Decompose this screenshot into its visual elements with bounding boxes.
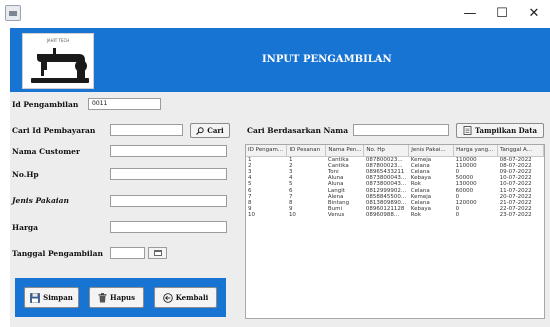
table-cell: 0 <box>455 212 460 219</box>
harga-field[interactable] <box>110 221 227 233</box>
table-cell: 0812999902... <box>365 187 407 194</box>
column-header[interactable]: No. Hp <box>363 145 410 157</box>
jenis-pakaian-label: Jenis Pakaian <box>12 196 69 205</box>
nama-customer-field[interactable] <box>110 145 227 157</box>
simpan-button[interactable]: Simpan <box>24 287 79 308</box>
table-cell: 08-07-2022 <box>499 156 532 163</box>
cari-button-label: Cari <box>207 126 224 135</box>
column-header[interactable]: Nama Pen... <box>325 145 365 157</box>
tanggal-pengambilan-label: Tanggal Pengambilan <box>12 249 103 258</box>
maximize-button[interactable]: ☐ <box>491 3 513 25</box>
action-panel: Simpan Hapus Kembali <box>15 278 226 317</box>
title-bar: — ☐ ✕ <box>0 0 550 28</box>
harga-label: Harga <box>12 223 39 232</box>
main-frame: JAHIT TECH INPUT PENGAMBILAN Id Pengambi… <box>10 28 550 327</box>
column-header[interactable]: Jenis Pakai... <box>408 145 455 157</box>
tanggal-pengambilan-field[interactable] <box>110 247 145 259</box>
app-icon <box>5 5 21 21</box>
table-row[interactable]: 1 1 Cantika 087800023... Kemeja 110000 08-07-2… <box>246 156 544 163</box>
logo-text: JAHIT TECH <box>46 38 70 43</box>
cari-id-pembayaran-label: Cari Id Pembayaran <box>12 126 96 135</box>
kembali-label: Kembali <box>175 293 209 302</box>
tampilkan-data-label: Tampilkan Data <box>475 126 537 135</box>
pengambilan-table[interactable]: ID Pengam... ID Pesanan Nama Pen... No. … <box>245 144 545 319</box>
sewing-machine-logo: JAHIT TECH <box>22 33 94 89</box>
simpan-label: Simpan <box>43 293 73 302</box>
document-icon <box>463 126 472 135</box>
table-cell: 10 <box>288 212 296 219</box>
trash-icon <box>98 292 107 302</box>
column-header[interactable]: ID Pengam... <box>246 145 288 157</box>
column-header[interactable]: Harga yang... <box>453 145 499 157</box>
search-icon <box>196 126 204 135</box>
table-cell: 08960988... <box>365 212 400 219</box>
close-button[interactable]: ✕ <box>523 3 545 25</box>
cari-button[interactable]: Cari <box>190 123 230 138</box>
back-arrow-icon <box>162 292 173 303</box>
hapus-label: Hapus <box>109 293 136 302</box>
cari-nama-label: Cari Berdasarkan Nama <box>247 126 349 135</box>
table-cell: Venus <box>327 212 345 219</box>
minimize-button[interactable]: — <box>459 3 481 25</box>
table-cell: 110000 <box>455 156 477 163</box>
cari-id-pembayaran-input[interactable] <box>110 124 183 136</box>
table-cell: 23-07-2022 <box>499 212 532 219</box>
table-cell: 1 <box>288 156 293 163</box>
table-cell: Cantika <box>327 156 349 163</box>
calendar-icon <box>154 250 162 256</box>
column-header[interactable]: ID Pesanan <box>286 145 327 157</box>
hapus-button[interactable]: Hapus <box>89 287 144 308</box>
table-cell: 10 <box>248 212 255 219</box>
table-cell: 087800023... <box>365 162 403 169</box>
save-icon <box>30 292 40 303</box>
table-cell: 1 <box>248 156 252 163</box>
table-cell: 0873800043... <box>365 181 407 188</box>
table-cell: Rok <box>410 212 421 219</box>
jenis-pakaian-field[interactable] <box>110 195 227 207</box>
nohp-field[interactable] <box>110 168 227 180</box>
table-header-row: ID Pengam... ID Pesanan Nama Pen... No. … <box>246 145 544 157</box>
table-cell: Kemeja <box>410 156 432 163</box>
nohp-label: No.Hp <box>12 170 39 179</box>
table-cell: 0858845500... <box>365 193 407 200</box>
date-picker-button[interactable] <box>148 247 167 259</box>
table-row[interactable]: 10 10 Venus 08960988... Rok 0 23-07-2022 <box>246 212 544 218</box>
page-title: INPUT PENGAMBILAN <box>262 54 392 65</box>
kembali-button[interactable]: Kembali <box>154 287 217 308</box>
table-cell: 087800023... <box>365 156 403 163</box>
id-pengambilan-field[interactable]: 0011 <box>88 98 161 110</box>
nama-customer-label: Nama Customer <box>12 147 80 156</box>
cari-nama-input[interactable] <box>353 124 449 136</box>
column-header[interactable]: Tanggal A... <box>497 145 544 157</box>
id-pengambilan-label: Id Pengambilan <box>12 100 79 109</box>
tampilkan-data-button[interactable]: Tampilkan Data <box>456 123 544 138</box>
header-banner: JAHIT TECH INPUT PENGAMBILAN <box>10 28 550 92</box>
